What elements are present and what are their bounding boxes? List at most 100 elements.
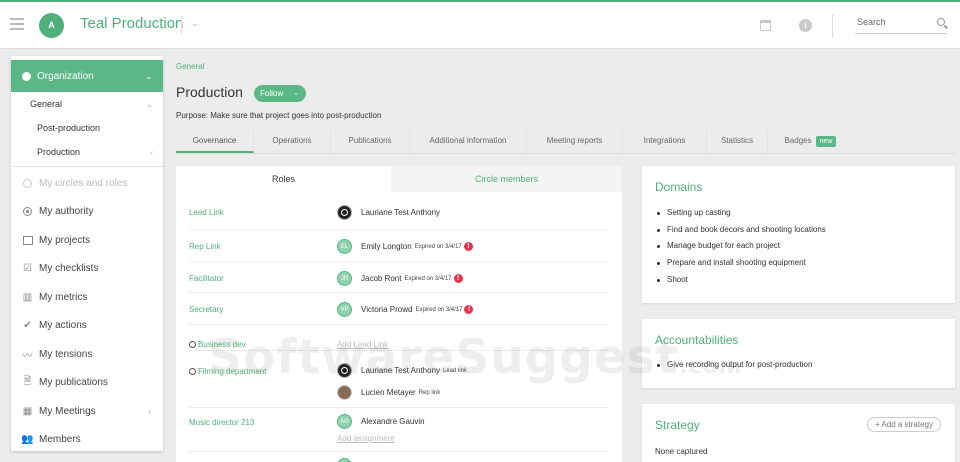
tab-operations[interactable]: Operations [254, 130, 331, 153]
org-avatar[interactable]: A [39, 13, 64, 38]
strategy-card: Strategy + Add a strategy None captured [642, 404, 955, 462]
role-row: Facilitator JR Jacob Ront Expired on 3/4… [189, 262, 608, 293]
avatar: VP [337, 302, 352, 317]
role-member[interactable]: EL Emily Longton Expired on 3/4/17 ! [337, 239, 473, 254]
chevron-down-icon[interactable]: ⌄ [191, 18, 199, 29]
expired-label: Expired on 3/4/17 [404, 275, 452, 282]
metrics-icon: ▥ [22, 291, 33, 303]
app-title[interactable]: Teal Production [80, 15, 183, 32]
sidebar-item-my-publications[interactable]: 🗎 My publications [11, 369, 163, 398]
avatar [337, 385, 352, 400]
sidebar-item-label: Organization [37, 70, 94, 82]
member-name: Emily Longton [361, 242, 412, 251]
roles-panel: Roles Circle members Lead Link Lauriane … [176, 166, 622, 462]
tab-additional-information[interactable]: Additional information [410, 130, 527, 153]
sidebar-item-my-authority[interactable]: My authority [11, 198, 163, 227]
hamburger-menu-icon[interactable] [10, 18, 24, 30]
divider [11, 166, 163, 167]
list-item: Prepare and install shooting equipment [655, 255, 826, 272]
new-badge: new [815, 136, 837, 147]
sidebar-item-label: My Meetings [39, 405, 96, 417]
sidebar-item-label: My metrics [39, 291, 88, 303]
sidebar-item-members[interactable]: 👥 Members [11, 426, 163, 455]
sidebar-item-my-tensions[interactable]: 〰 My tensions [11, 340, 163, 369]
circle-icon [22, 178, 33, 189]
page-title: Production [176, 84, 243, 100]
calendar-icon[interactable] [760, 20, 771, 31]
role-row: Secretary VP Victoria Prowd Expired on 3… [189, 293, 608, 325]
info-icon[interactable]: i [799, 19, 812, 32]
sidebar-item-label: Members [39, 434, 81, 446]
tab-meeting-reports[interactable]: Meeting reports [527, 130, 623, 153]
role-member[interactable]: VP Victoria Prowd Expired on 3/4/17 ! [337, 302, 474, 317]
search-icon[interactable] [937, 18, 945, 26]
projects-icon [22, 235, 33, 246]
role-name-link[interactable]: Facilitator [189, 274, 224, 283]
list-item: Setting up casting [655, 205, 826, 222]
tab-roles[interactable]: Roles [176, 166, 391, 192]
role-row: Lead Link Lauriane Test Anthony [189, 192, 608, 230]
warning-icon: ! [464, 305, 474, 314]
add-strategy-button[interactable]: + Add a strategy [866, 417, 941, 432]
members-icon: 👥 [21, 434, 34, 446]
tab-badges[interactable]: Badges new [768, 130, 853, 153]
follow-button[interactable]: Follow ⌄ [254, 85, 306, 102]
top-bar: A Teal Production ⌄ i [0, 0, 960, 49]
member-name: Lucien Metayer [361, 388, 416, 397]
sidebar-item-my-projects[interactable]: My projects [11, 226, 163, 255]
role-row: Rep Link EL Emily Longton Expired on 3/4… [189, 230, 608, 262]
tab-bar: Governance Operations Publications Addit… [176, 130, 956, 154]
follow-button-label: Follow [260, 89, 284, 98]
tab-publications[interactable]: Publications [331, 130, 410, 153]
chevron-left-icon: ‹ [150, 147, 153, 157]
avatar: EL [337, 239, 352, 254]
role-sublabel: Rep link [418, 389, 441, 396]
role-row [189, 454, 608, 462]
role-member[interactable]: Lucien Metayer Rep link [337, 385, 440, 400]
role-member[interactable]: AG Alexandre Gauvin [337, 414, 425, 429]
breadcrumb[interactable]: General [176, 62, 204, 71]
card-title: Domains [655, 180, 703, 194]
member-name: Lauriane Test Anthony [361, 208, 441, 217]
sidebar-item-my-actions[interactable]: ✔ My actions [11, 312, 163, 341]
role-name-link[interactable]: Rep Link [189, 242, 221, 251]
sidebar-item-label: My actions [39, 320, 87, 332]
warning-icon: ! [463, 242, 473, 251]
sidebar-item-label: My circles and roles [39, 177, 128, 189]
role-member[interactable]: Lauriane Test Anthony [337, 205, 440, 220]
sidebar-item-my-circles: My circles and roles [11, 169, 163, 198]
sidebar-item-label: My checklists [39, 263, 99, 275]
sidebar-item-my-metrics[interactable]: ▥ My metrics [11, 283, 163, 312]
chevron-down-icon: ⌄ [146, 99, 153, 109]
role-name-link[interactable]: Secretary [189, 305, 223, 314]
avatar: AG [337, 414, 352, 429]
member-name: Alexandre Gauvin [361, 417, 425, 426]
list-item: Manage budget for each project [655, 238, 826, 255]
calendar-icon: ▦ [22, 405, 33, 417]
tab-statistics[interactable]: Statistics [707, 130, 768, 153]
search-input[interactable] [855, 17, 929, 27]
tab-circle-members[interactable]: Circle members [391, 166, 622, 192]
tab-integrations[interactable]: Integrations [623, 130, 707, 153]
role-name-link[interactable]: Music director 213 [189, 418, 254, 427]
member-name: Victoria Prowd [361, 305, 413, 314]
sidebar-item-label: My tensions [39, 348, 93, 360]
sidebar-item-production[interactable]: Production ‹ [11, 140, 163, 164]
sidebar-item-post-production[interactable]: Post-production [11, 116, 163, 140]
sidebar-item-my-checklists[interactable]: ☑ My checklists [11, 255, 163, 284]
watermark-suffix: .com [679, 354, 743, 379]
search-box [855, 17, 947, 34]
avatar [337, 205, 352, 220]
tab-governance[interactable]: Governance [176, 130, 254, 153]
tab-badges-label: Badges [784, 136, 812, 145]
chevron-left-icon: ‹ [148, 406, 151, 416]
sidebar-item-general[interactable]: General ⌄ [11, 92, 163, 116]
document-icon: 🗎 [23, 376, 32, 388]
role-name-link[interactable]: Lead Link [189, 208, 224, 217]
role-member[interactable]: JR Jacob Ront Expired on 3/4/17 ! [337, 271, 463, 286]
sidebar-item-my-meetings[interactable]: ▦ My Meetings ‹ [11, 397, 163, 426]
sidebar-item-organization[interactable]: Organization ⌄ [11, 60, 163, 92]
domains-list: Setting up casting Find and book decors … [655, 205, 826, 288]
check-icon: ✔ [23, 320, 32, 332]
add-assignment-link[interactable]: Add assignment [337, 434, 394, 443]
